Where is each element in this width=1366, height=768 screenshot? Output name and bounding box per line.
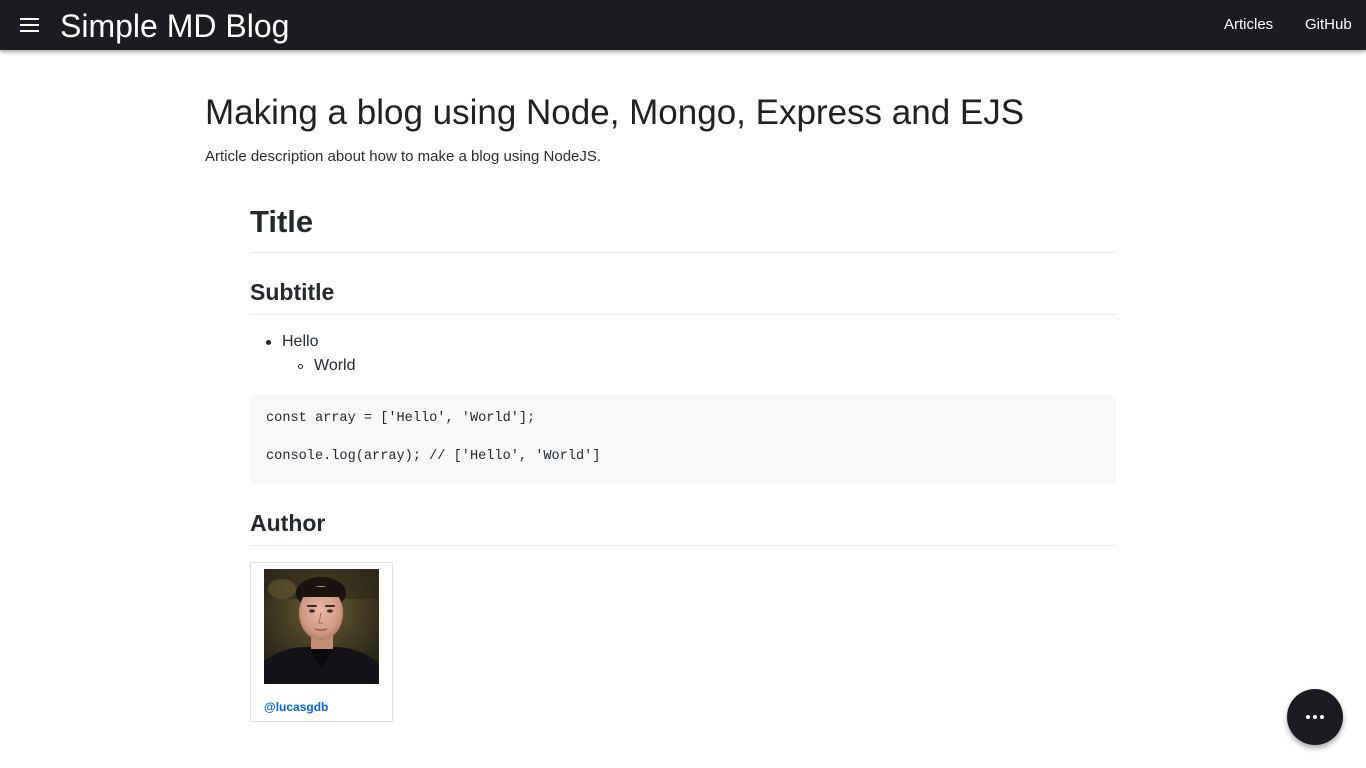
markdown-heading-author: Author bbox=[250, 510, 326, 536]
author-card: @lucasgdb bbox=[250, 562, 393, 722]
top-navbar: Simple MD Blog Articles GitHub bbox=[0, 0, 1366, 50]
heading-divider bbox=[250, 252, 1116, 253]
article-description: Article description about how to make a … bbox=[205, 148, 602, 165]
code-line: console.log(array); // ['Hello', 'World'… bbox=[266, 449, 601, 464]
nav-link-github[interactable]: GitHub bbox=[1305, 15, 1352, 35]
more-horizontal-icon bbox=[1306, 715, 1324, 719]
markdown-heading-subtitle: Subtitle bbox=[250, 279, 335, 305]
menu-icon[interactable] bbox=[18, 13, 42, 37]
nav-link-articles[interactable]: Articles bbox=[1224, 15, 1273, 35]
more-options-button[interactable] bbox=[1287, 689, 1343, 745]
heading-divider bbox=[250, 545, 1116, 546]
article-title: Making a blog using Node, Mongo, Express… bbox=[205, 93, 1025, 132]
list-bullet bbox=[266, 340, 271, 345]
code-block: const array = ['Hello', 'World']; consol… bbox=[250, 395, 1116, 484]
brand-title[interactable]: Simple MD Blog bbox=[60, 6, 289, 46]
code-line: const array = ['Hello', 'World']; bbox=[266, 411, 536, 426]
markdown-heading-title: Title bbox=[250, 204, 314, 239]
avatar-photo[interactable] bbox=[264, 569, 379, 684]
list-item: Hello bbox=[282, 333, 319, 350]
list-item: World bbox=[314, 357, 356, 374]
list-bullet bbox=[298, 364, 303, 369]
heading-divider bbox=[250, 314, 1116, 315]
author-handle-link[interactable]: @lucasgdb bbox=[264, 699, 328, 715]
